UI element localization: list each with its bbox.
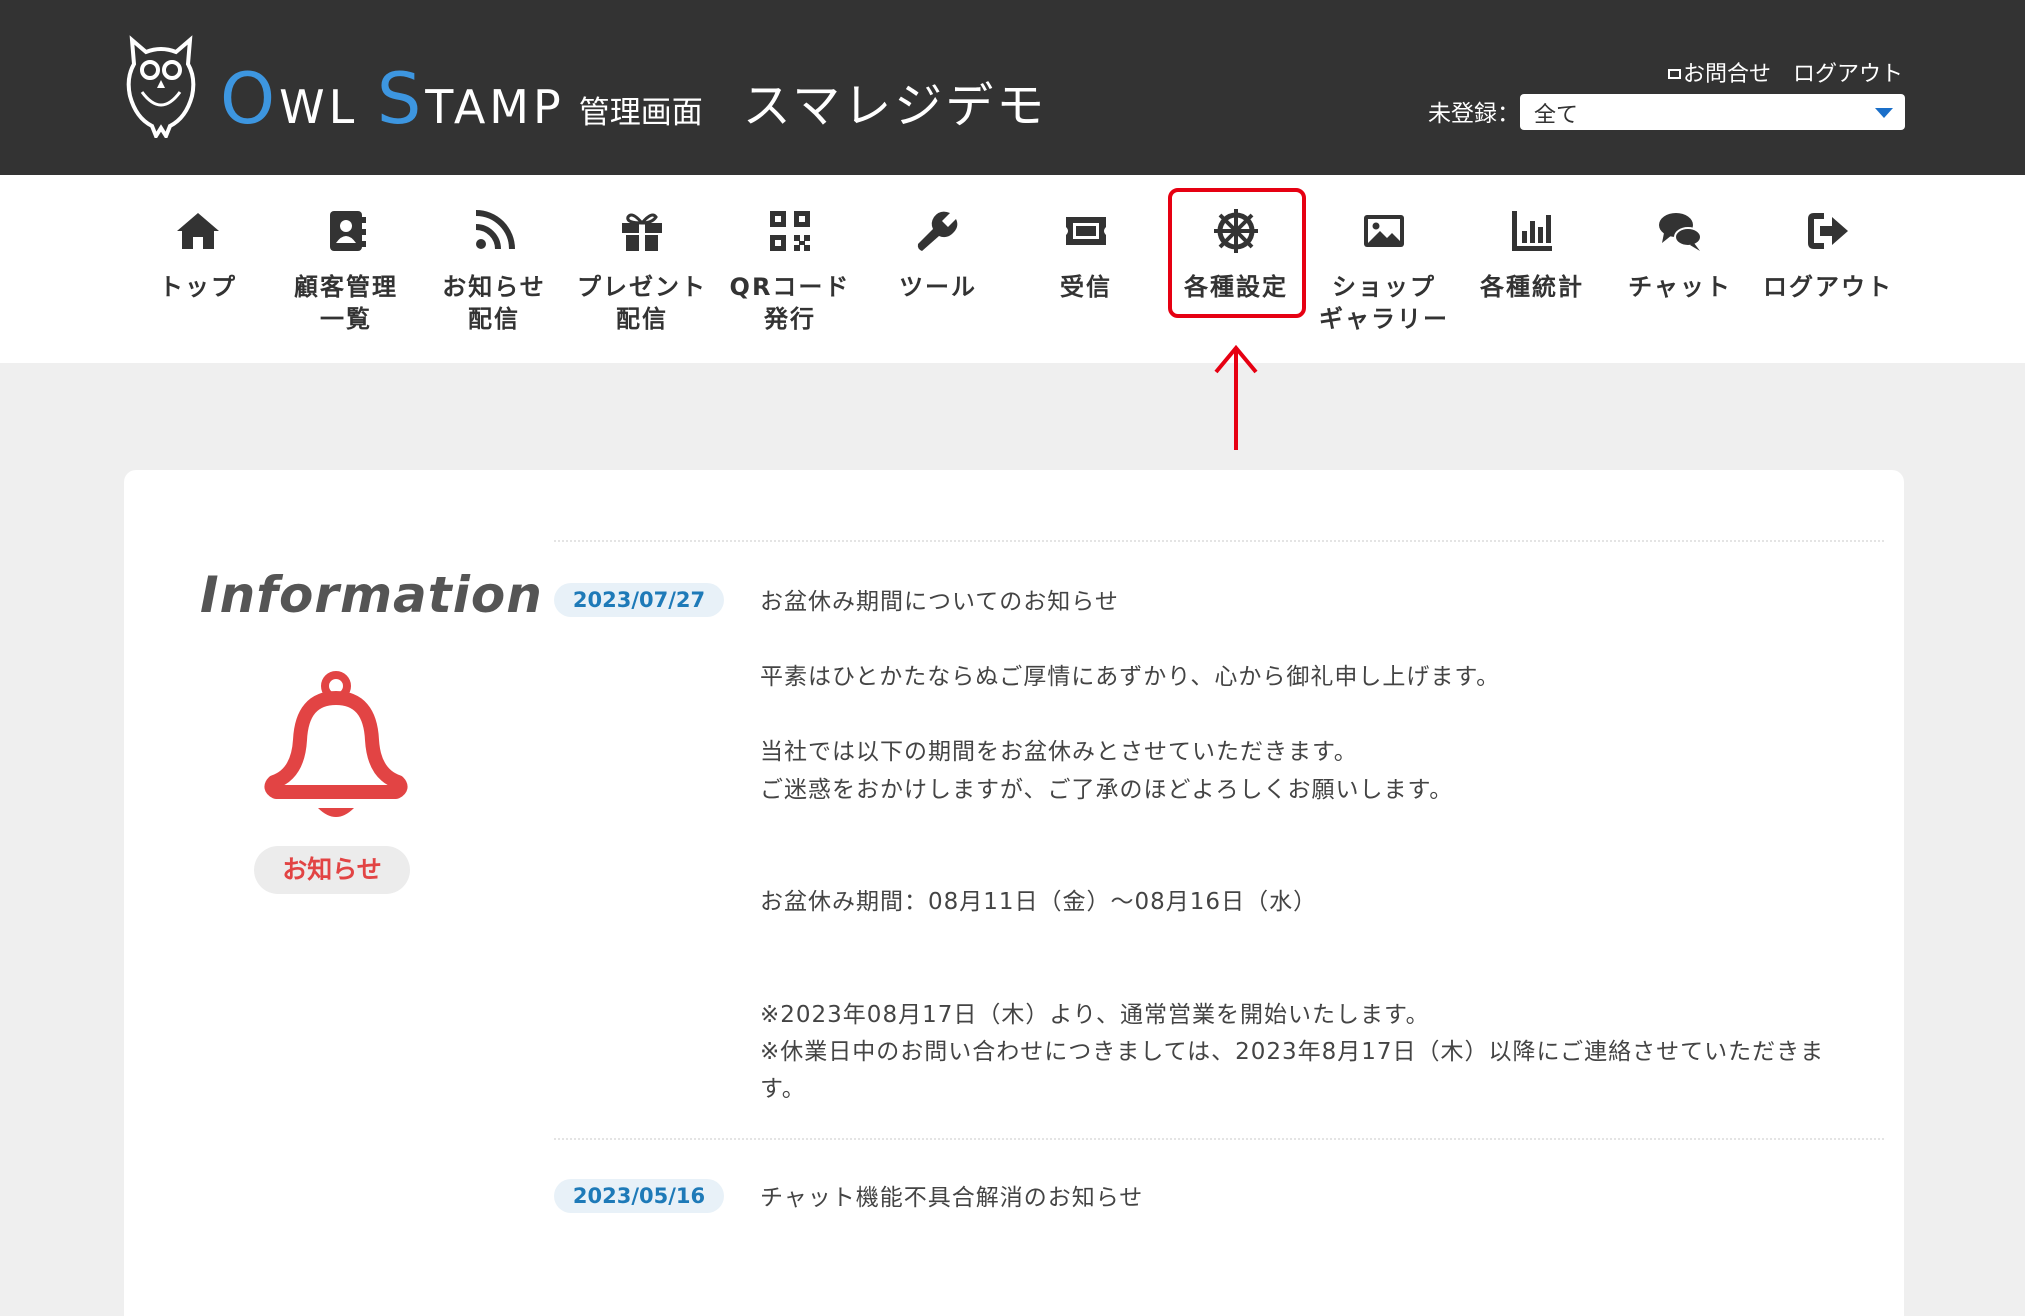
nav-label: お知らせ 配信	[442, 273, 546, 333]
rss-icon	[475, 210, 515, 250]
nav-label: トップ	[159, 273, 237, 301]
nav-label: QRコード 発行	[729, 273, 851, 333]
nav-item-qr-code[interactable]: QRコード 発行	[716, 175, 864, 363]
nav-label: チャット	[1628, 273, 1732, 301]
news-body-line: ※休業日中のお問い合わせにつきましては、2023年8月17日（木）以降にご連絡さ…	[760, 1039, 1825, 1065]
sign-out-icon	[1808, 213, 1848, 249]
header-logout-link[interactable]: ログアウト	[1793, 56, 1903, 88]
nav-item-shop-gallery[interactable]: ショップ ギャラリー	[1310, 175, 1458, 363]
nav-item-notice-delivery[interactable]: お知らせ 配信	[420, 175, 568, 363]
contact-book-icon	[330, 211, 366, 251]
divider	[554, 540, 1884, 542]
nav-label: ツール	[899, 273, 977, 301]
news-title-link[interactable]: お盆休み期間についてのお知らせ	[760, 582, 1119, 616]
brand-subtitle: 管理画面	[578, 95, 703, 131]
nav-label: プレゼント 配信	[577, 273, 707, 333]
bell-icon	[264, 671, 408, 817]
gift-icon	[622, 213, 662, 251]
owl-logo-icon	[126, 35, 196, 138]
nav-item-present-delivery[interactable]: プレゼント 配信	[568, 175, 716, 363]
nav-item-inbox[interactable]: 受信	[1012, 175, 1160, 363]
nav-item-top[interactable]: トップ	[124, 175, 272, 363]
home-icon	[177, 213, 219, 249]
news-date: 2023/07/27	[554, 583, 724, 617]
nav-item-chat[interactable]: チャット	[1606, 175, 1754, 363]
bar-chart-icon	[1512, 211, 1552, 251]
shop-name: スマレジデモ	[742, 78, 1048, 134]
news-body-line: ※2023年08月17日（木）より、通常営業を開始いたします。	[760, 1002, 1430, 1028]
nav-label: 各種統計	[1480, 273, 1584, 301]
contact-link[interactable]: お問合せ	[1667, 56, 1771, 88]
brand-name: OWL STAMP	[220, 58, 565, 140]
nav-label: 顧客管理 一覧	[294, 273, 398, 333]
news-body-line: 当社では以下の期間をお盆休みとさせていただきます。	[760, 739, 1358, 765]
nav-label: 受信	[1060, 273, 1112, 301]
qr-code-icon	[770, 211, 810, 251]
nav-item-logout[interactable]: ログアウト	[1754, 175, 1902, 363]
main-nav: トップ 顧客管理 一覧 お知らせ 配信 プレゼント 配信 QRコード 発行 ツー…	[0, 175, 2025, 363]
nav-item-tools[interactable]: ツール	[864, 175, 1012, 363]
news-body-line: ご迷惑をおかけしますが、ご了承のほどよろしくお願いします。	[760, 777, 1454, 803]
chat-bubbles-icon	[1659, 213, 1702, 251]
status-filter-select[interactable]: 全て	[1520, 94, 1905, 130]
header-links: お問合せ ログアウト	[1667, 56, 1903, 88]
ticket-icon	[1066, 217, 1106, 245]
nav-label: ショップ ギャラリー	[1319, 273, 1449, 333]
news-body-line: す。	[760, 1076, 806, 1102]
news-title-link[interactable]: チャット機能不具合解消のお知らせ	[760, 1178, 1143, 1212]
settings-highlight-box	[1168, 188, 1306, 318]
annotation-arrow-line	[1234, 350, 1238, 450]
wrench-icon	[917, 211, 958, 251]
chevron-down-icon	[1875, 108, 1893, 118]
information-heading: Information	[200, 566, 543, 624]
nav-item-statistics[interactable]: 各種統計	[1458, 175, 1606, 363]
news-date: 2023/05/16	[554, 1179, 724, 1213]
news-body-line: お盆休み期間：08月11日（金）～08月16日（水）	[760, 889, 1318, 915]
top-header: OWL STAMP 管理画面 スマレジデモ お問合せ ログアウト 未登録： 全て	[0, 0, 2025, 175]
news-body-line: 平素はひとかたならぬご厚情にあずかり、心から御礼申し上げます。	[760, 664, 1501, 690]
notice-badge: お知らせ	[254, 846, 410, 894]
nav-item-customers[interactable]: 顧客管理 一覧	[272, 175, 420, 363]
information-card: Information お知らせ 2023/07/27 お盆休み期間についてのお…	[124, 470, 1904, 1316]
filter-label: 未登録：	[1428, 101, 1520, 127]
image-icon	[1364, 215, 1404, 247]
nav-label: ログアウト	[1763, 273, 1893, 301]
divider	[554, 1138, 1884, 1140]
filter-selected-value: 全て	[1534, 103, 1579, 128]
brand-logo: OWL STAMP 管理画面 スマレジデモ	[220, 44, 1047, 134]
mail-icon	[1667, 69, 1681, 79]
